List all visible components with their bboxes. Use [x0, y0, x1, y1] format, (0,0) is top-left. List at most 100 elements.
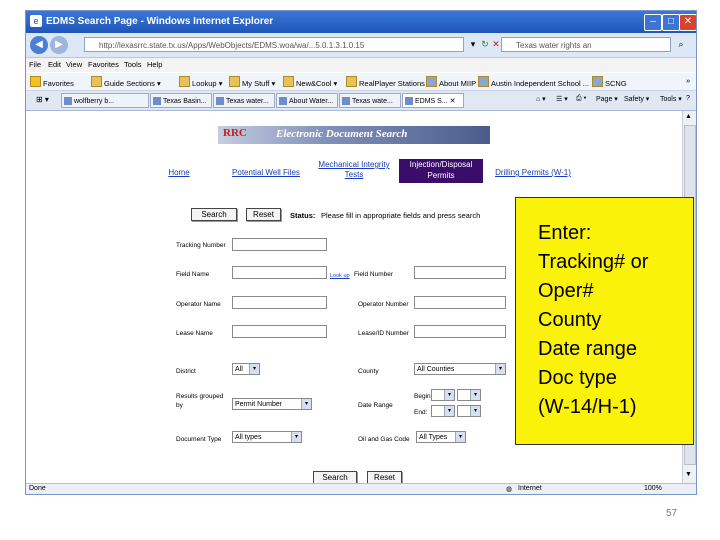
- folder-icon: [283, 76, 294, 87]
- field-number-label: Field Number: [354, 271, 394, 278]
- fav-my-stuff[interactable]: My Stuff ▾: [229, 76, 275, 88]
- fav-lookup[interactable]: Lookup ▾: [179, 76, 222, 88]
- banner-title: Electronic Document Search: [276, 128, 408, 140]
- menu-edit[interactable]: Edit: [48, 60, 61, 69]
- page-icon: [478, 76, 489, 87]
- maximize-button[interactable]: □: [662, 14, 680, 31]
- lease-name-label: Lease Name: [176, 330, 213, 337]
- page-menu[interactable]: Page ▾: [596, 95, 618, 103]
- fav-austin-isd[interactable]: Austin Independent School ...: [478, 76, 589, 88]
- page-icon: [279, 97, 287, 105]
- tab-edms-search[interactable]: EDMS S... ✕: [402, 93, 464, 108]
- callout-line: (W-14/H-1): [538, 396, 637, 418]
- district-label: District: [176, 368, 196, 375]
- lease-id-input[interactable]: [414, 325, 506, 338]
- menu-file[interactable]: File: [29, 60, 41, 69]
- menu-favorites[interactable]: Favorites: [88, 60, 119, 69]
- fav-realplayer[interactable]: RealPlayer Stations ▾: [346, 76, 431, 88]
- address-bar[interactable]: http://lexasrrc.state.tx.us/Apps/WebObje…: [84, 37, 464, 52]
- fav-guide-sections[interactable]: Guide Sections ▾: [91, 76, 161, 88]
- menu-help[interactable]: Help: [147, 60, 162, 69]
- lease-id-label: Lease/ID Number: [358, 330, 409, 337]
- tracking-number-input[interactable]: [232, 238, 327, 251]
- callout-line: County: [538, 309, 602, 331]
- chevron-down-icon: ▾: [495, 364, 505, 374]
- oil-gas-code-label: Oil and Gas Code: [358, 436, 410, 443]
- callout-line: Doc type: [538, 367, 617, 389]
- county-label: County: [358, 368, 379, 375]
- folder-icon: [229, 76, 240, 87]
- results-grouped-label: Results grouped by: [176, 393, 224, 409]
- tab-texas-water[interactable]: Texas water...: [213, 93, 275, 108]
- globe-icon: ◍: [506, 486, 513, 493]
- lease-name-input[interactable]: [232, 325, 327, 338]
- callout-box: Enter: Tracking# or Oper# County Date ra…: [515, 197, 694, 445]
- print-icon[interactable]: ⎙ ▾: [576, 95, 587, 103]
- page-icon: [405, 97, 413, 105]
- forward-button[interactable]: ▶: [50, 36, 68, 54]
- operator-name-input[interactable]: [232, 296, 327, 309]
- folder-icon: [346, 76, 357, 87]
- tab-bar: ⊞ ▾ wolfberry b... Texas Basin... Texas …: [26, 91, 696, 111]
- scroll-up-icon[interactable]: ▲: [685, 113, 692, 120]
- reset-button[interactable]: Reset: [246, 208, 281, 221]
- zoom-level[interactable]: 100%: [644, 485, 662, 492]
- oil-gas-code-select[interactable]: All Types ▾: [416, 431, 466, 443]
- end-day-select[interactable]: ▾: [457, 405, 481, 417]
- favorites-button[interactable]: Favorites: [30, 76, 74, 88]
- menu-tools[interactable]: Tools: [124, 60, 142, 69]
- lookup-link[interactable]: Look up: [330, 273, 350, 279]
- document-type-select[interactable]: All types ▾: [232, 431, 302, 443]
- district-select[interactable]: All ▾: [232, 363, 260, 375]
- search-input[interactable]: Texas water rights an: [501, 37, 671, 52]
- results-grouped-select[interactable]: Permit Number ▾: [232, 398, 312, 410]
- nav-injection-disposal[interactable]: Injection/Disposal Permits: [399, 159, 483, 183]
- page-icon: [216, 97, 224, 105]
- begin-day-select[interactable]: ▾: [457, 389, 481, 401]
- begin-month-select[interactable]: ▾: [431, 389, 455, 401]
- nav-drilling-permits[interactable]: Drilling Permits (W-1): [493, 168, 573, 177]
- favorites-bar: Favorites Guide Sections ▾ Lookup ▾ My S…: [26, 73, 696, 91]
- fav-scng[interactable]: SCNG: [592, 76, 627, 88]
- fav-new-cool[interactable]: New&Cool ▾: [283, 76, 337, 88]
- menu-view[interactable]: View: [66, 60, 82, 69]
- status-text: Please fill in appropriate fields and pr…: [321, 211, 481, 220]
- nav-mechanical-integrity[interactable]: Mechanical Integrity Tests: [313, 160, 395, 180]
- page-icon: [592, 76, 603, 87]
- status-done: Done: [29, 485, 46, 492]
- county-select[interactable]: All Counties ▾: [414, 363, 506, 375]
- tab-texas-basin[interactable]: Texas Basin...: [150, 93, 212, 108]
- chevron-right-icon[interactable]: »: [686, 76, 690, 85]
- tab-wolfberry[interactable]: wolfberry b...: [61, 93, 149, 108]
- search-icon[interactable]: ⌕: [674, 37, 688, 52]
- feeds-icon[interactable]: ☰ ▾: [556, 95, 568, 103]
- quick-tabs-icon[interactable]: ⊞ ▾: [36, 95, 49, 104]
- scroll-down-icon[interactable]: ▼: [685, 471, 692, 478]
- banner: RRC Electronic Document Search: [218, 126, 490, 144]
- tab-about-water[interactable]: About Water...: [276, 93, 338, 108]
- tab-texas-wate[interactable]: Texas wate...: [339, 93, 401, 108]
- window-title: EDMS Search Page - Windows Internet Expl…: [46, 16, 274, 27]
- begin-label: Begin:: [414, 393, 433, 400]
- safety-menu[interactable]: Safety ▾: [624, 95, 649, 103]
- folder-icon: [91, 76, 102, 87]
- menu-bar: File Edit View Favorites Tools Help: [26, 58, 696, 72]
- nav-home[interactable]: Home: [166, 168, 192, 177]
- operator-number-input[interactable]: [414, 296, 506, 309]
- status-zone: Internet: [518, 485, 542, 492]
- tools-menu[interactable]: Tools ▾: [660, 95, 682, 103]
- end-month-select[interactable]: ▾: [431, 405, 455, 417]
- close-button[interactable]: ✕: [679, 14, 696, 31]
- back-button[interactable]: ◀: [30, 36, 48, 54]
- end-label: End:: [414, 409, 428, 416]
- fav-about-miip[interactable]: About MIIP: [426, 76, 476, 88]
- search-button[interactable]: Search: [191, 208, 237, 221]
- field-name-input[interactable]: [232, 266, 327, 279]
- chevron-down-icon: ▾: [470, 406, 480, 416]
- help-icon[interactable]: ?: [686, 95, 690, 102]
- field-number-input[interactable]: [414, 266, 506, 279]
- minimize-button[interactable]: –: [644, 14, 662, 31]
- nav-potential-well-files[interactable]: Potential Well Files: [228, 168, 304, 177]
- home-icon[interactable]: ⌂ ▾: [536, 95, 546, 103]
- chevron-down-icon: ▾: [455, 432, 465, 442]
